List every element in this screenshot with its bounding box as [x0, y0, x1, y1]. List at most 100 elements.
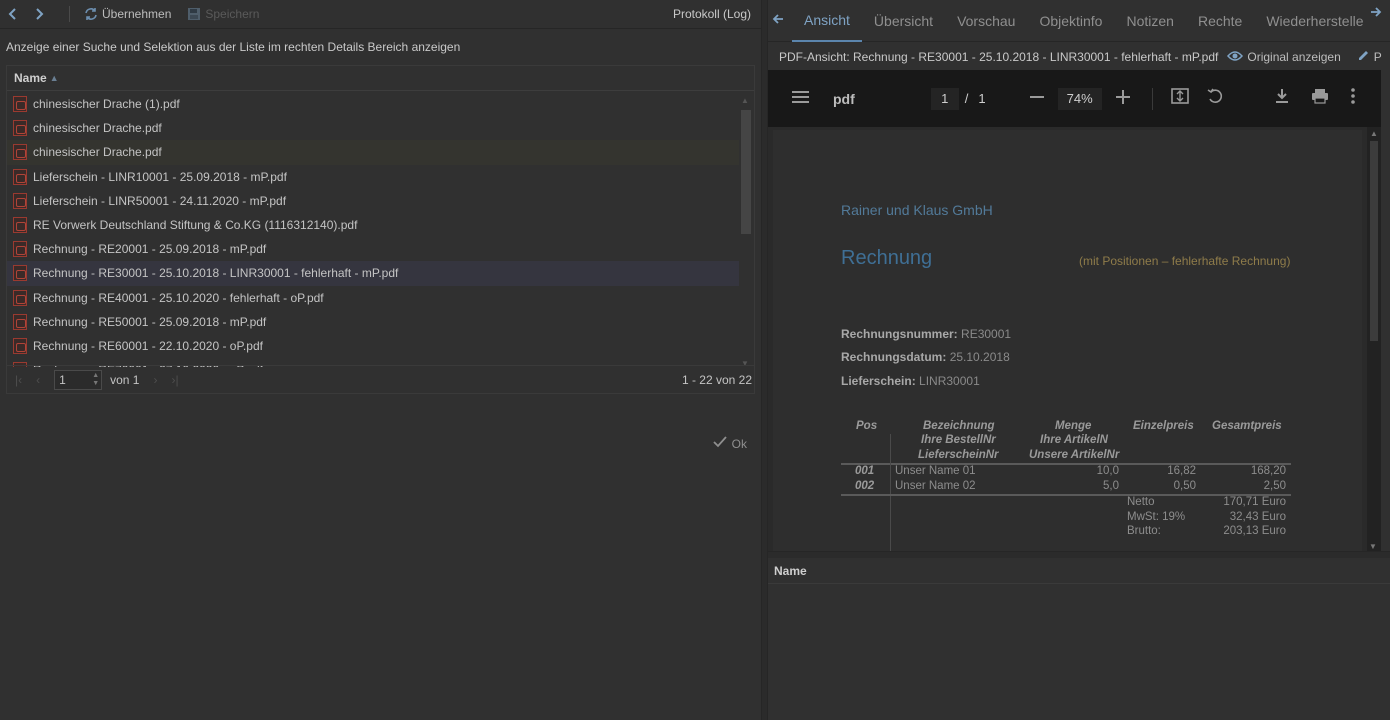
tab-wiederherstellen[interactable]: Wiederherstelle [1254, 0, 1375, 42]
apply-button[interactable]: Übernehmen [84, 7, 171, 21]
file-list-row[interactable]: RE Vorwerk Deutschland Stiftung & Co.KG … [7, 213, 739, 237]
pdf-scroll-down-icon[interactable]: ▼ [1369, 542, 1377, 551]
brutto-value: 203,13 Euro [1223, 525, 1286, 537]
doc-invoice-date: Rechnungsdatum: 25.10.2018 [841, 350, 1010, 364]
header-total-price: Gesamtpreis [1212, 420, 1282, 432]
viewer-doc-title: pdf [833, 90, 855, 107]
viewer-page-input[interactable]: 1 [930, 87, 959, 110]
list-scrollbar[interactable]: ▲ ▼ [739, 94, 752, 368]
file-name: chinesischer Drache.pdf [33, 145, 162, 160]
file-list-row[interactable]: Rechnung - RE40001 - 25.10.2020 - fehler… [7, 286, 739, 310]
bottom-column-header-name[interactable]: Name [768, 558, 1390, 584]
tab-objektinfo[interactable]: Objektinfo [1027, 0, 1114, 42]
pdf-title-bar: PDF-Ansicht: Rechnung - RE30001 - 25.10.… [768, 43, 1390, 70]
zoom-in-icon[interactable] [1115, 88, 1130, 109]
scrollbar-thumb[interactable] [741, 110, 751, 234]
zoom-level-input[interactable]: 74% [1057, 87, 1102, 110]
more-vertical-icon[interactable] [1350, 88, 1355, 109]
rotate-icon[interactable] [1207, 88, 1223, 109]
file-name: Rechnung - RE60001 - 22.10.2020 - oP.pdf [33, 338, 263, 353]
edit-button[interactable]: P [1357, 49, 1382, 65]
tab-vorschau[interactable]: Vorschau [945, 0, 1027, 42]
doc-delivery-label: Lieferschein: [841, 374, 916, 388]
page-spinner-icon[interactable]: ▲ ▼ [92, 372, 99, 388]
toolbar-separator [69, 6, 70, 22]
column-header-label: Name [14, 71, 47, 85]
file-name: Rechnung - RE30001 - 25.10.2018 - LINR30… [33, 266, 399, 281]
page-number-value: 1 [59, 372, 66, 387]
header-quantity: Menge [1055, 420, 1092, 432]
chevron-left-icon [8, 8, 16, 20]
netto-value: 170,71 Euro [1223, 496, 1286, 508]
file-name: Lieferschein - LINR10001 - 25.09.2018 - … [33, 169, 287, 184]
viewer-toolbar-divider [1151, 87, 1153, 110]
apply-label: Übernehmen [102, 7, 172, 21]
file-list-row[interactable]: Rechnung - RE30001 - 25.10.2018 - LINR30… [7, 261, 739, 286]
print-icon[interactable] [1311, 88, 1329, 109]
show-original-button[interactable]: Original anzeigen [1227, 49, 1341, 65]
pdf-file-icon [13, 144, 27, 161]
record-count: 1 - 22 von 22 [681, 372, 752, 387]
invoice-line: 002 Unser Name 02 5,0 0,50 2,50 [841, 480, 1291, 496]
pdf-scrollbar[interactable]: ▲ ▼ [1367, 127, 1381, 551]
tab-rechte[interactable]: Rechte [1186, 0, 1254, 42]
line-pos: 002 [855, 480, 875, 492]
doc-delivery-note: Lieferschein: LINR30001 [841, 374, 980, 388]
file-list-row[interactable]: Rechnung - RE60001 - 22.10.2020 - oP.pdf [7, 334, 739, 358]
file-list-row[interactable]: Lieferschein - LINR50001 - 24.11.2020 - … [7, 189, 739, 213]
scroll-up-icon[interactable]: ▲ [741, 96, 749, 105]
pdf-file-icon [13, 241, 27, 258]
mwst-value: 32,43 Euro [1229, 510, 1286, 523]
page-number-input[interactable]: 1 ▲ ▼ [54, 369, 103, 390]
file-list-row[interactable]: chinesischer Drache (1).pdf [7, 92, 739, 116]
hamburger-menu-icon[interactable] [792, 89, 809, 109]
pdf-file-icon [13, 313, 27, 330]
line-qty: 5,0 [1103, 480, 1119, 492]
pdf-file-icon [13, 96, 27, 113]
fit-page-icon[interactable] [1170, 88, 1189, 109]
right-pane: Ansicht Übersicht Vorschau Objektinfo No… [768, 0, 1390, 720]
file-list-row[interactable]: chinesischer Drache.pdf [7, 140, 739, 165]
protocol-log-button[interactable]: Protokoll (Log) [673, 7, 751, 21]
invoice-table-header: Pos Bezeichnung Ihre BestellNr Liefersch… [841, 420, 1291, 465]
file-list-row[interactable]: Rechnung - RE50001 - 25.09.2018 - mP.pdf [7, 310, 739, 334]
pdf-scrollbar-thumb[interactable] [1370, 141, 1378, 341]
file-list-row[interactable]: chinesischer Drache.pdf [7, 116, 739, 140]
right-pane-splitter[interactable] [768, 551, 1390, 558]
tab-scroll-right-icon[interactable] [1370, 6, 1382, 21]
save-button[interactable]: Speichern [187, 7, 259, 21]
file-list-row[interactable]: Lieferschein - LINR10001 - 25.09.2018 - … [7, 165, 739, 189]
forward-button[interactable] [31, 6, 47, 22]
file-name: Rechnung - RE50001 - 25.09.2018 - mP.pdf [33, 314, 267, 329]
tab-notizen[interactable]: Notizen [1114, 0, 1185, 42]
column-header-name[interactable]: Name ▲ [7, 66, 754, 91]
doc-invoice-number: Rechnungsnummer: RE30001 [841, 327, 1011, 341]
tab-ansicht[interactable]: Ansicht [792, 0, 862, 42]
prev-page-icon[interactable]: ‹ [36, 373, 40, 387]
pdf-page-area[interactable]: Rainer und Klaus GmbH Rechnung (mit Posi… [768, 127, 1381, 551]
next-page-icon[interactable]: › [153, 373, 157, 387]
pane-splitter[interactable] [761, 0, 768, 720]
header-delivery-no: LieferscheinNr [918, 449, 999, 461]
download-icon[interactable] [1275, 88, 1289, 109]
last-page-icon[interactable]: ›| [171, 373, 178, 387]
edit-label: P [1373, 49, 1382, 64]
netto-label: Netto [1127, 496, 1155, 508]
pdf-file-icon [13, 168, 27, 185]
line-total: 2,50 [1263, 480, 1286, 492]
tab-uebersicht[interactable]: Übersicht [862, 0, 945, 42]
doc-invoice-date-value: 25.10.2018 [949, 350, 1010, 364]
zoom-out-icon[interactable] [1029, 88, 1044, 109]
tab-scroll-left-icon[interactable] [772, 13, 784, 28]
invoice-table: Pos Bezeichnung Ihre BestellNr Liefersch… [841, 420, 1291, 551]
ok-button[interactable]: Ok [713, 436, 747, 451]
bottom-list-panel: Name [768, 558, 1390, 720]
first-page-icon[interactable]: |‹ [15, 373, 22, 387]
pdf-page: Rainer und Klaus GmbH Rechnung (mit Posi… [773, 130, 1362, 551]
back-button[interactable] [5, 6, 21, 22]
file-list-row[interactable]: Rechnung - RE20001 - 25.09.2018 - mP.pdf [7, 237, 739, 261]
pdf-scroll-up-icon[interactable]: ▲ [1370, 129, 1378, 138]
header-article-no: Ihre ArtikelN [1040, 434, 1108, 446]
file-name: chinesischer Drache.pdf [33, 121, 162, 136]
total-mwst: MwSt: 19% 32,43 Euro [841, 511, 1291, 526]
